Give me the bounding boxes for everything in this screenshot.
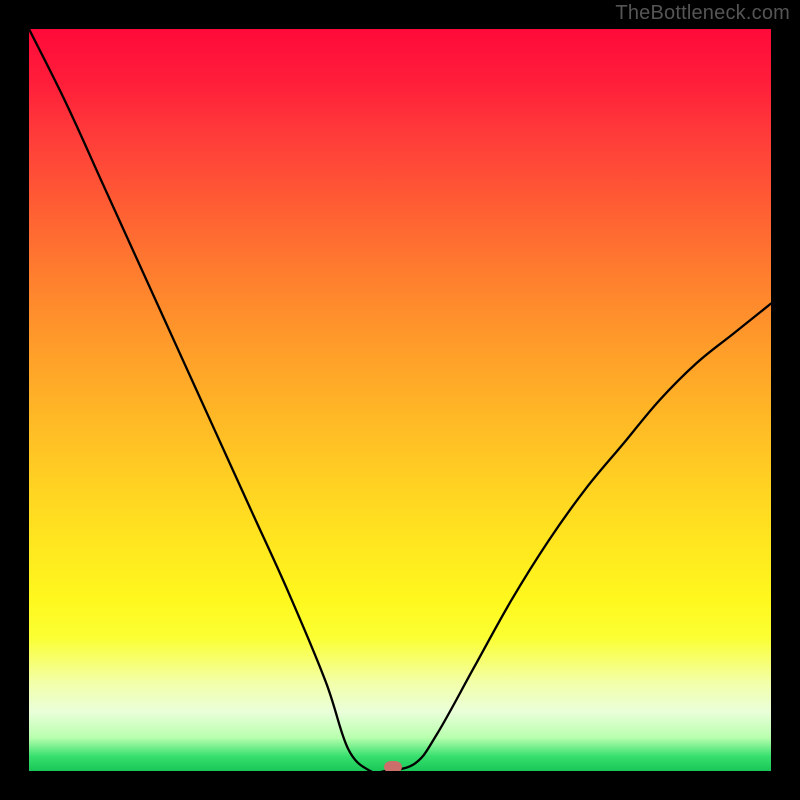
optimal-point-marker <box>384 761 402 771</box>
bottleneck-curve-svg <box>29 29 771 771</box>
watermark-text: TheBottleneck.com <box>615 2 790 25</box>
chart-frame: TheBottleneck.com <box>0 0 800 800</box>
bottleneck-curve-path <box>29 29 771 771</box>
plot-area <box>29 29 771 771</box>
